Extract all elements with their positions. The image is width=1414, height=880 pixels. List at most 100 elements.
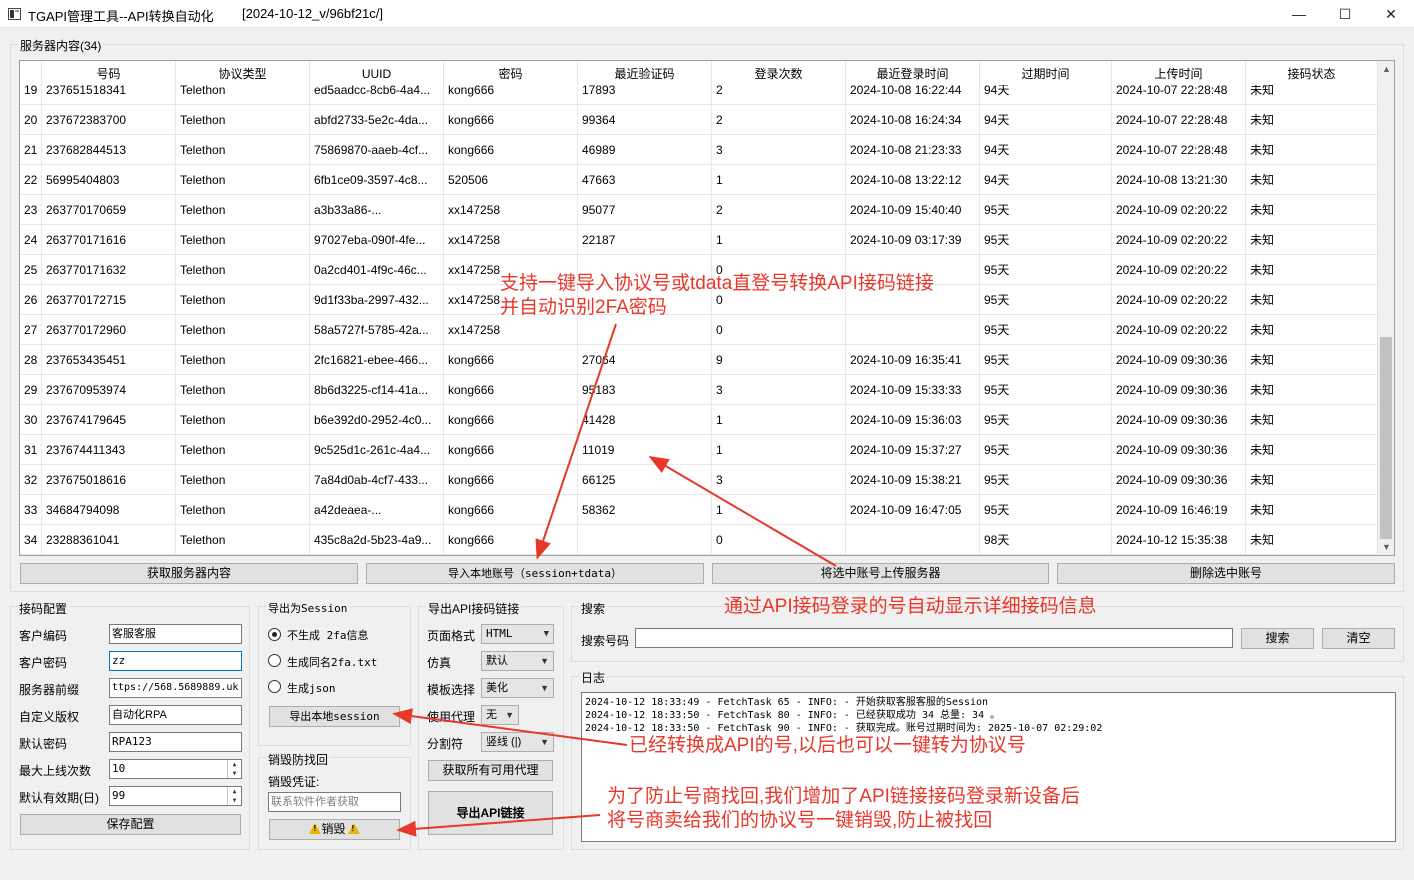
minimize-button[interactable]: — bbox=[1276, 0, 1322, 28]
protocol-cell: Telethon bbox=[176, 315, 310, 345]
col-phone-header[interactable]: 号码 bbox=[42, 61, 176, 85]
expire-cell: 95天 bbox=[980, 255, 1112, 285]
expire-cell: 98天 bbox=[980, 525, 1112, 555]
col-password-header[interactable]: 密码 bbox=[444, 61, 578, 85]
table-row[interactable]: 28 237653435451 Telethon 2fc16821-ebee-466.… bbox=[20, 345, 1378, 375]
customer-pwd-input[interactable]: zz bbox=[109, 651, 242, 671]
search-button[interactable]: 搜索 bbox=[1241, 628, 1314, 649]
fetch-proxy-button[interactable]: 获取所有可用代理 bbox=[428, 760, 553, 781]
login-count-cell: 3 bbox=[712, 135, 846, 165]
export-api-link-button[interactable]: 导出API链接 bbox=[428, 791, 553, 835]
uuid-cell: abfd2733-5e2c-4da... bbox=[310, 105, 444, 135]
upload-selected-button[interactable]: 将选中账号上传服务器 bbox=[712, 563, 1049, 584]
clear-button[interactable]: 清空 bbox=[1322, 628, 1395, 649]
annotation-import: 支持一键导入协议号或tdata直登号转换API接码链接 并自动识别2FA密码 bbox=[500, 272, 934, 320]
status-cell: 未知 bbox=[1246, 525, 1378, 555]
table-row[interactable]: 20 237672383700 Telethon abfd2733-5e2c-4da.… bbox=[20, 105, 1378, 135]
destroy-label: 销毁防找回 bbox=[266, 751, 331, 768]
spin-arrows-icon[interactable]: ▲ ▼ bbox=[227, 760, 241, 778]
col-status-header[interactable]: 接码状态 bbox=[1246, 61, 1378, 85]
table-row[interactable]: 23 263770170659 Telethon a3b33a86-... xx1472… bbox=[20, 195, 1378, 225]
save-config-button[interactable]: 保存配置 bbox=[20, 814, 241, 835]
emulate-select[interactable]: 默认 ▼ bbox=[481, 651, 554, 671]
validity-spinbox[interactable]: 99 ▲ ▼ bbox=[109, 786, 242, 806]
password-cell: kong666 bbox=[444, 405, 578, 435]
default-pwd-input[interactable]: RPA123 bbox=[109, 732, 242, 752]
table-row[interactable]: 32 237675018616 Telethon 7a84d0ab-4cf7-433.… bbox=[20, 465, 1378, 495]
server-prefix-input[interactable]: ttps://568.5689889.uk bbox=[109, 678, 242, 698]
upload-cell: 2024-10-09 09:30:36 bbox=[1112, 435, 1246, 465]
annotation-convert: 已经转换成API的号,以后也可以一键转为协议号 bbox=[629, 735, 1026, 756]
destroy-button[interactable]: 销毁 bbox=[269, 819, 400, 840]
validity-value: 99 bbox=[112, 789, 126, 802]
page-format-select[interactable]: HTML ▼ bbox=[481, 624, 554, 644]
phone-cell: 237682844513 bbox=[42, 135, 176, 165]
separator-select[interactable]: 竖线 (|) ▼ bbox=[481, 732, 554, 752]
protocol-cell: Telethon bbox=[176, 525, 310, 555]
customer-pwd-label: 客户密码 bbox=[19, 656, 68, 670]
separator-value: 竖线 (|) bbox=[486, 736, 522, 748]
table-row[interactable]: 31 237674411343 Telethon 9c525d1c-261c-4a4.… bbox=[20, 435, 1378, 465]
code-cell: 27064 bbox=[578, 345, 712, 375]
col-upload-header[interactable]: 上传时间 bbox=[1112, 61, 1246, 85]
col-login-count-header[interactable]: 登录次数 bbox=[712, 61, 846, 85]
spin-arrows-icon[interactable]: ▲ ▼ bbox=[227, 787, 241, 805]
title-bar: TGAPI管理工具--API转换自动化 [2024-10-12_v/96bf21… bbox=[0, 0, 1414, 28]
table-row[interactable]: 21 237682844513 Telethon 75869870-aaeb-4cf.… bbox=[20, 135, 1378, 165]
table-row[interactable]: 30 237674179645 Telethon b6e392d0-2952-4c0.… bbox=[20, 405, 1378, 435]
password-cell: xx147258 bbox=[444, 225, 578, 255]
upload-cell: 2024-10-09 09:30:36 bbox=[1112, 375, 1246, 405]
close-button[interactable]: ✕ bbox=[1368, 0, 1414, 28]
table-row[interactable]: 22 56995404803 Telethon 6fb1ce09-3597-4c8..… bbox=[20, 165, 1378, 195]
phone-cell: 237674411343 bbox=[42, 435, 176, 465]
delete-selected-button[interactable]: 删除选中账号 bbox=[1057, 563, 1395, 584]
table-scrollbar[interactable]: ▲ ▼ bbox=[1377, 61, 1394, 555]
row-number: 26 bbox=[20, 285, 42, 315]
customer-id-input[interactable]: 客服客服 bbox=[109, 624, 242, 644]
status-cell: 未知 bbox=[1246, 495, 1378, 525]
max-logins-spinbox[interactable]: 10 ▲ ▼ bbox=[109, 759, 242, 779]
col-expire-header[interactable]: 过期时间 bbox=[980, 61, 1112, 85]
table-row[interactable]: 24 263770171616 Telethon 97027eba-090f-4fe.… bbox=[20, 225, 1378, 255]
last-login-cell: 2024-10-09 15:40:40 bbox=[846, 195, 980, 225]
export-session-button[interactable]: 导出本地session bbox=[269, 706, 400, 727]
table-row[interactable]: 33 34684794098 Telethon a42deaea-... kong666… bbox=[20, 495, 1378, 525]
expire-cell: 95天 bbox=[980, 495, 1112, 525]
custom-copyright-input[interactable]: 自动化RPA bbox=[109, 705, 242, 725]
scroll-thumb[interactable] bbox=[1380, 337, 1392, 539]
table-row[interactable]: 29 237670953974 Telethon 8b6d3225-cf14-41a.… bbox=[20, 375, 1378, 405]
table-row[interactable]: 34 23288361041 Telethon 435c8a2d-5b23-4a9..… bbox=[20, 525, 1378, 555]
row-number: 31 bbox=[20, 435, 42, 465]
status-cell: 未知 bbox=[1246, 375, 1378, 405]
import-local-button[interactable]: 导入本地账号（session+tdata） bbox=[366, 563, 704, 584]
template-select[interactable]: 美化 ▼ bbox=[481, 678, 554, 698]
radio-2fa-txt[interactable] bbox=[268, 654, 281, 667]
col-last-code-header[interactable]: 最近验证码 bbox=[578, 61, 712, 85]
col-last-login-header[interactable]: 最近登录时间 bbox=[846, 61, 980, 85]
col-protocol-header[interactable]: 协议类型 bbox=[176, 61, 310, 85]
col-uuid-header[interactable]: UUID bbox=[310, 61, 444, 85]
maximize-button[interactable]: ☐ bbox=[1322, 0, 1368, 28]
code-cell: 95183 bbox=[578, 375, 712, 405]
code-cell bbox=[578, 525, 712, 555]
password-cell: kong666 bbox=[444, 495, 578, 525]
uuid-cell: a3b33a86-... bbox=[310, 195, 444, 225]
radio-no-2fa[interactable] bbox=[268, 628, 281, 641]
chevron-down-icon: ▼ bbox=[543, 629, 549, 639]
protocol-cell: Telethon bbox=[176, 345, 310, 375]
upload-cell: 2024-10-09 09:30:36 bbox=[1112, 405, 1246, 435]
fetch-server-button[interactable]: 获取服务器内容 bbox=[20, 563, 358, 584]
status-cell: 未知 bbox=[1246, 105, 1378, 135]
status-cell: 未知 bbox=[1246, 165, 1378, 195]
radio-json[interactable] bbox=[268, 680, 281, 693]
credential-input[interactable]: 联系软件作者获取 bbox=[268, 792, 401, 812]
max-logins-value: 10 bbox=[112, 762, 126, 775]
scroll-up-icon[interactable]: ▲ bbox=[1378, 61, 1394, 77]
custom-copyright-label: 自定义版权 bbox=[19, 710, 80, 724]
search-number-input[interactable] bbox=[635, 628, 1233, 648]
phone-cell: 56995404803 bbox=[42, 165, 176, 195]
phone-cell: 263770172960 bbox=[42, 315, 176, 345]
proxy-select[interactable]: 无 ▼ bbox=[481, 705, 519, 725]
row-number: 29 bbox=[20, 375, 42, 405]
scroll-down-icon[interactable]: ▼ bbox=[1378, 539, 1394, 555]
